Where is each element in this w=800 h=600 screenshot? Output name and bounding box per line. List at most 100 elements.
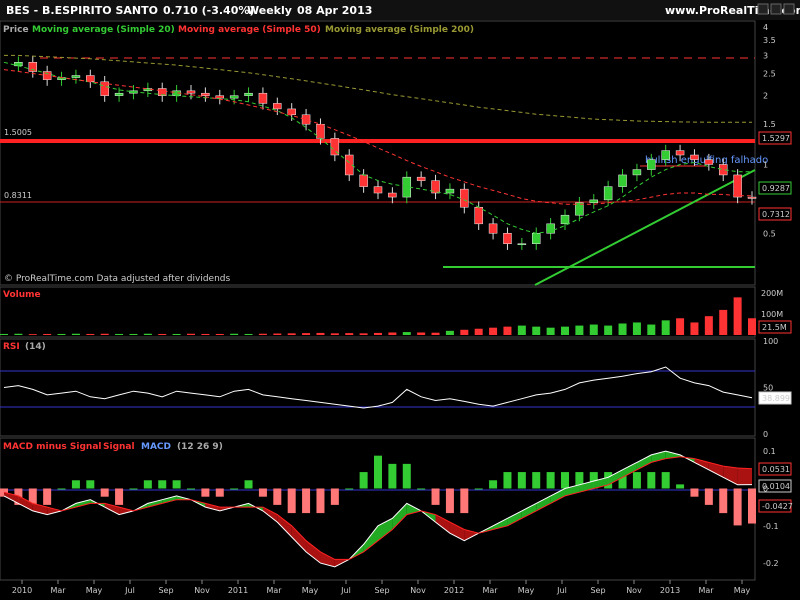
macd-hist-bar [431,488,440,505]
volume-bar [215,333,224,335]
volume-bar [503,326,512,335]
volume-bar [14,333,23,335]
volume-title: Volume [3,290,41,300]
candle-body [531,233,541,244]
candle-body [503,233,512,244]
legend-ma50: Moving average (Simple 50) [178,25,321,35]
macd-hist-bar [158,480,167,489]
volume-bar [129,333,138,335]
volume-bar [143,333,152,335]
volume-bar [719,309,728,335]
candle-body [28,62,38,72]
volume-bar [676,318,685,335]
volume-bar [532,326,541,335]
candle-body [647,159,656,170]
legend-ma20: Moving average (Simple 20) [32,25,175,35]
macd-hist-bar [129,488,138,490]
volume-bar [546,327,555,335]
candle-body [474,206,483,225]
svg-text:21.5M: 21.5M [762,323,787,332]
volume-bar [359,333,368,335]
price-tick-label: 1 [763,160,768,169]
price-tick-label: 1.5 [763,120,776,129]
volume-bar [460,329,469,335]
volume-bar [28,334,37,335]
macd-hist-bar [489,480,498,489]
candle-body [287,108,296,116]
volume-bar [0,333,8,335]
macd-hist-bar [100,488,109,497]
price-tick-label: 2 [763,92,768,101]
macd-hist-bar [201,488,210,497]
price-change: 0.710 (-3.40%) [163,4,254,17]
volume-bar [302,333,311,335]
price-tick-label: 2.5 [763,70,776,79]
period-label: Weekly [247,4,292,17]
x-tick-label: Jul [556,586,567,595]
volume-bar [230,333,239,335]
volume-bar [402,332,411,335]
macd-hist-bar [57,488,66,490]
level-label-2: 0.8311 [4,191,32,200]
macd-hist-bar [647,472,656,489]
x-tick-label: Jul [124,586,135,595]
macd-hist-title: MACD minus Signal [3,442,101,452]
rsi-tick-label: 50 [763,384,773,393]
x-tick-label: 2013 [660,586,680,595]
macd-hist-bar [273,488,282,505]
candle-body [517,243,527,245]
macd-signal-title: Signal [103,442,135,452]
volume-bar [690,322,699,335]
macd-hist-bar [330,488,339,505]
svg-text:-0.0427: -0.0427 [762,502,793,511]
level-label-1: 1.5005 [4,128,32,137]
volume-bar [187,333,195,335]
macd-hist-bar [244,480,253,489]
volume-bar [618,323,627,335]
volume-bar [287,333,296,335]
symbol-title: BES - B.ESPIRITO SANTO [6,4,158,17]
candle-body [301,114,311,125]
rsi-tick-label: 100 [763,337,778,346]
candle-body [690,154,699,160]
price-tick-label: 4 [763,23,768,32]
x-tick-label: Mar [482,586,498,595]
macd-hist-bar [374,455,382,489]
macd-hist-bar [445,488,454,514]
macd-hist-bar [43,488,52,505]
tag-macd-signal: 0.0531 [758,462,792,476]
macd-hist-bar [187,488,195,490]
volume-bar [273,333,282,335]
svg-text:0.9287: 0.9287 [762,184,790,193]
candle-body [488,223,498,234]
price-tick-label: 0.5 [763,229,776,238]
date-label: 08 Apr 2013 [297,4,372,17]
volume-bar [431,332,440,335]
volume-tick-label: 100M [761,310,783,319]
macd-hist-bar [172,480,181,489]
candle-body [316,123,325,139]
volume-bar [43,333,52,335]
rsi-panel [0,338,756,437]
macd-hist-bar [546,472,555,489]
macd-hist-bar [115,488,124,505]
x-tick-label: Mar [698,586,714,595]
x-tick-label: 2012 [444,586,464,595]
volume-bar [244,333,253,335]
macd-hist-bar [503,472,512,489]
candle-body [244,92,253,96]
candle-body [661,150,670,160]
tag-ma20: 0.9287 [758,181,792,195]
x-tick-label: 2010 [12,586,32,595]
volume-bar [115,333,124,335]
macd-hist-bar [402,463,411,489]
volume-bar [474,328,483,335]
volume-bar [445,330,454,335]
volume-bar [417,332,426,335]
x-tick-label: Mar [266,586,282,595]
legend-price: Price [3,25,29,35]
window-controls[interactable] [757,3,795,15]
x-tick-label: Sep [374,586,389,595]
x-tick-label: Nov [194,586,210,595]
rsi-params: (14) [25,342,46,352]
